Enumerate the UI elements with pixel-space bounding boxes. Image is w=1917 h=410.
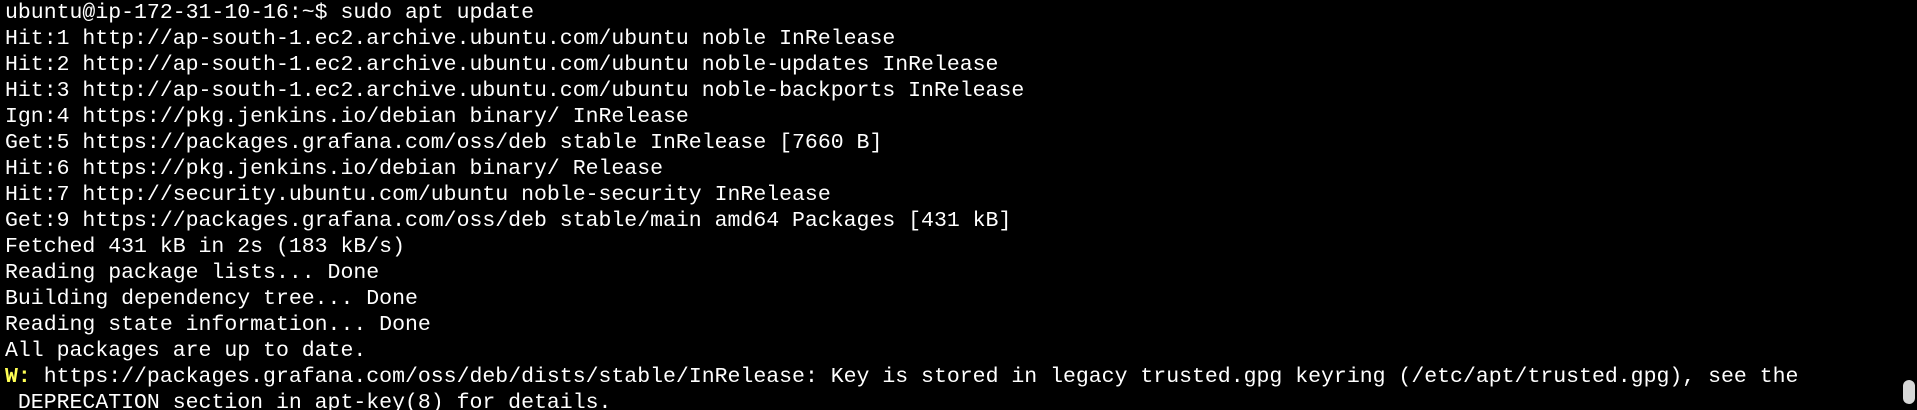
warning-label: W: (5, 365, 31, 389)
vertical-scrollbar[interactable] (1900, 0, 1917, 410)
output-line: Building dependency tree... Done (5, 287, 418, 311)
output-line: Hit:3 http://ap-south-1.ec2.archive.ubun… (5, 79, 1025, 103)
output-line: Reading package lists... Done (5, 261, 380, 285)
scrollbar-thumb[interactable] (1903, 380, 1915, 404)
output-line: Fetched 431 kB in 2s (183 kB/s) (5, 235, 405, 259)
warning-line: W: https://packages.grafana.com/oss/deb/… (5, 364, 1900, 390)
output-line: Hit:2 http://ap-south-1.ec2.archive.ubun… (5, 53, 999, 77)
output-line: Hit:1 http://ap-south-1.ec2.archive.ubun… (5, 27, 896, 51)
warning-text: https://packages.grafana.com/oss/deb/dis… (30, 365, 1799, 389)
output-line: All packages are up to date. (5, 339, 367, 363)
warning-continuation-text: DEPRECATION section in apt-key(8) for de… (17, 391, 612, 410)
warning-continuation-line: DEPRECATION section in apt-key(8) for de… (5, 390, 1900, 410)
output-line: Reading state information... Done (5, 313, 431, 337)
output-line: Hit:7 http://security.ubuntu.com/ubuntu … (5, 183, 831, 207)
command-prompt-line: ubuntu@ip-172-31-10-16:~$ sudo apt updat… (5, 1, 534, 25)
output-line: Ign:4 https://pkg.jenkins.io/debian bina… (5, 105, 689, 129)
output-line: Hit:6 https://pkg.jenkins.io/debian bina… (5, 157, 664, 181)
output-line: Get:9 https://packages.grafana.com/oss/d… (5, 209, 1012, 233)
output-line: Get:5 https://packages.grafana.com/oss/d… (5, 131, 883, 155)
terminal-output[interactable]: ubuntu@ip-172-31-10-16:~$ sudo apt updat… (0, 0, 1900, 410)
